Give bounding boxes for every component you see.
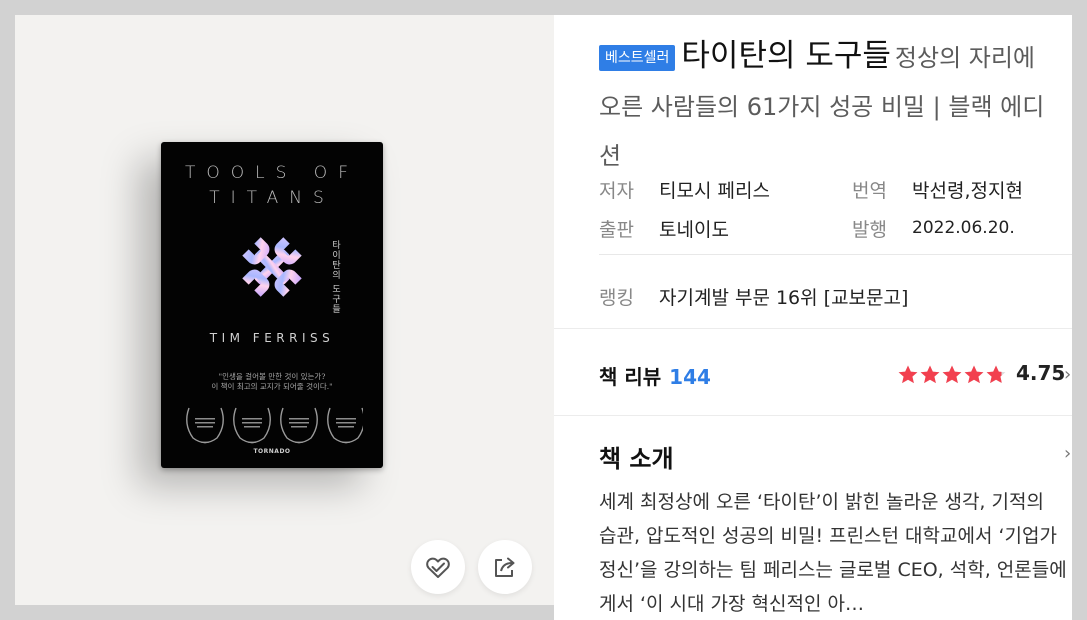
publisher-link[interactable]: 토네이도 (659, 215, 729, 242)
book-cover-image[interactable]: TOOLS OF TITANS 타이탄의 도구들 TIM FERRISS "인생… (161, 142, 383, 468)
review-section-link[interactable]: 책 리뷰 144 (599, 361, 711, 390)
intro-text: 세계 최정상에 오른 ‘타이탄’이 밝힌 놀라운 생각, 기적의 습관, 압도적… (599, 491, 1067, 615)
cover-quote-line2: 이 책이 최고의 교지가 되어줄 것이다." (211, 382, 333, 391)
review-label: 책 리뷰 (599, 365, 662, 389)
book-cover-area: TOOLS OF TITANS 타이탄의 도구들 TIM FERRISS "인생… (15, 15, 554, 605)
award-laurels-icon (186, 407, 363, 444)
cover-quote: "인생을 걸어볼 만한 것이 있는가? 이 책이 최고의 교지가 되어줄 것이다… (161, 372, 383, 392)
chevron-right-icon[interactable]: › (1064, 443, 1071, 464)
share-button[interactable] (478, 540, 532, 594)
star-icon (964, 365, 984, 384)
ranking-value[interactable]: 자기계발 부문 16위 [교보문고] (659, 283, 908, 310)
star-rating (898, 365, 1006, 384)
crossed-wrenches-icon (242, 237, 302, 297)
star-icon (920, 365, 940, 384)
like-button[interactable] (411, 540, 465, 594)
cover-publisher-logo: TORNADO (253, 448, 291, 455)
bestseller-badge: 베스트셀러 (599, 45, 676, 71)
intro-heading: 책 소개 (599, 445, 674, 473)
author-label: 저자 (599, 180, 634, 202)
cover-author: TIM FERRISS (209, 331, 335, 345)
translator-label: 번역 (852, 180, 887, 202)
chevron-right-icon[interactable]: › (1064, 364, 1071, 385)
author-link[interactable]: 티모시 페리스 (659, 176, 770, 203)
star-icon (942, 365, 962, 384)
review-count: 144 (669, 365, 711, 389)
section-divider (554, 415, 1072, 416)
cover-title-line2: TITANS (209, 188, 335, 208)
publisher-label: 출판 (599, 219, 634, 241)
star-icon (898, 365, 918, 384)
date-label: 발행 (852, 219, 887, 241)
divider (599, 254, 1072, 255)
cover-quote-line1: "인생을 걸어볼 만한 것이 있는가? (218, 372, 326, 381)
cover-vertical-title: 타이탄의 도구들 (330, 240, 340, 314)
rating-value: 4.75 (1016, 361, 1066, 385)
title-block: 베스트셀러 타이탄의 도구들 정상의 자리에 오른 사람들의 61가지 성공 비밀 … (599, 32, 1064, 181)
star-icon (986, 365, 1006, 384)
publish-date: 2022.06.20. (912, 218, 1015, 238)
heart-check-icon (426, 557, 450, 578)
ranking-label: 랭킹 (599, 287, 634, 309)
book-title: 타이탄의 도구들 (681, 38, 891, 74)
translator-link[interactable]: 박선령,정지현 (912, 176, 1023, 203)
share-icon (495, 557, 515, 577)
section-divider (554, 328, 1072, 329)
book-info-panel: 베스트셀러 타이탄의 도구들 정상의 자리에 오른 사람들의 61가지 성공 비밀 … (554, 15, 1072, 620)
cover-title-line1: TOOLS OF (185, 163, 359, 183)
